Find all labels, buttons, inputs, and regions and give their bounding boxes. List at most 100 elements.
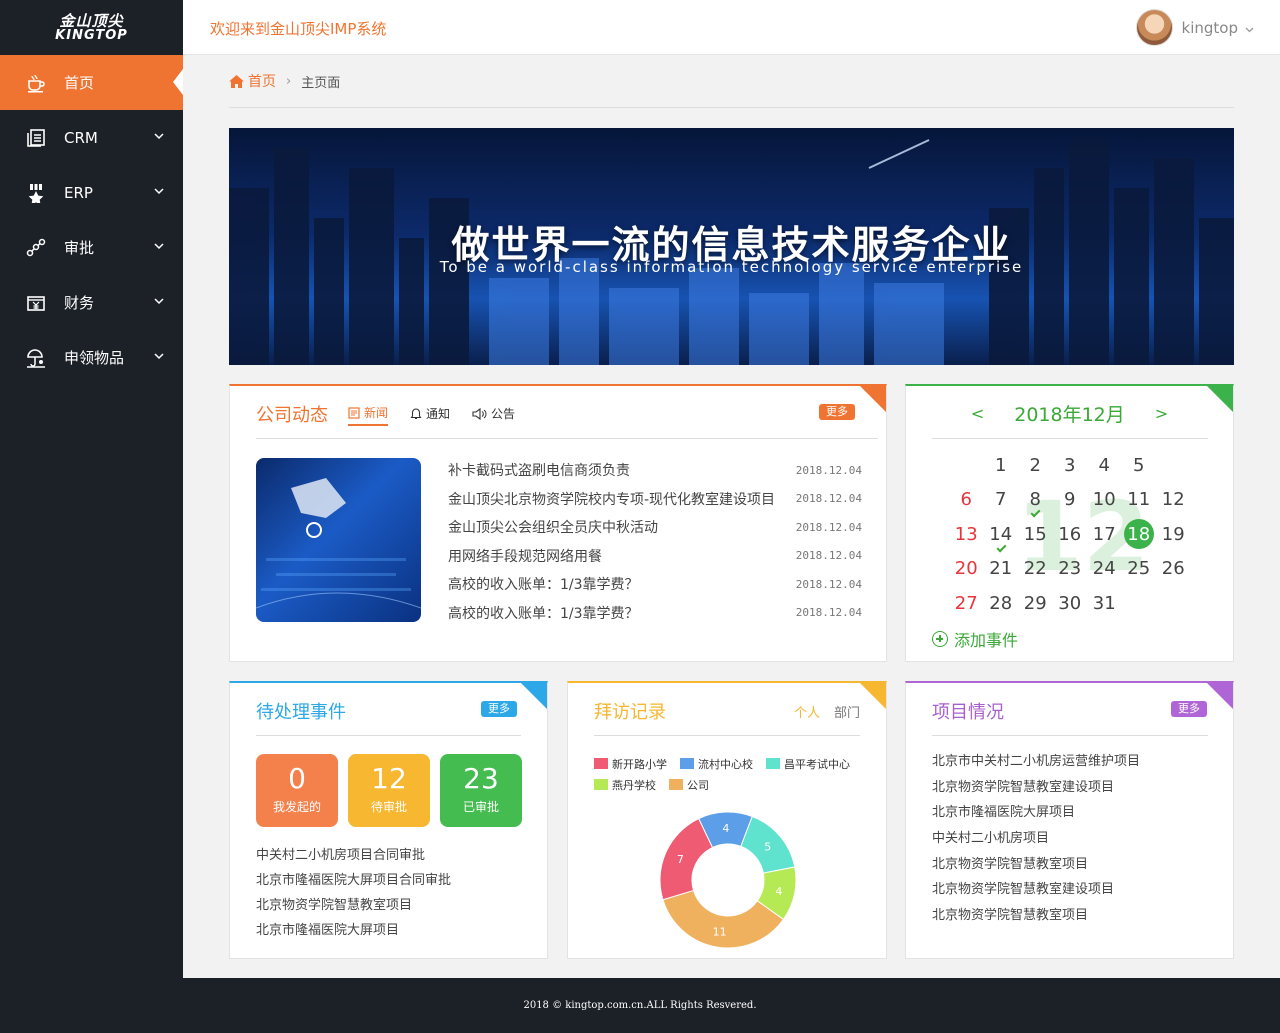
avatar[interactable] [1135,9,1173,46]
calendar-day[interactable]: 11 [1122,483,1157,518]
calendar-day[interactable]: 5 [1122,448,1157,483]
legend-item[interactable]: 昌平考试中心 [766,753,850,774]
tab-department[interactable]: 部门 [834,702,860,721]
list-item[interactable]: 北京物资学院智慧教室建设项目 [932,877,1140,903]
list-item[interactable]: 北京物资学院智慧教室项目 [932,903,1140,929]
list-item[interactable]: 补卡截码式盗刷电信商须负责 2018.12.04 [448,456,862,485]
calendar-day[interactable]: 14 [984,517,1019,552]
list-item[interactable]: 北京物资学院智慧教室项目 [256,893,451,918]
add-event-label: 添加事件 [954,631,1019,650]
list-item[interactable]: 金山顶尖公会组织全员庆中秋活动 2018.12.04 [448,513,862,542]
divider [256,735,521,736]
donut-slice[interactable] [659,817,714,901]
legend-item[interactable]: 新开路小学 [594,753,667,774]
sidebar-item-label: CRM [64,128,98,147]
calendar-day[interactable]: 2 [1018,448,1053,483]
tab-notice[interactable]: 通知 [410,404,450,426]
calendar-day[interactable]: 15 [1018,517,1053,552]
stat-pending[interactable]: 12 待审批 [348,754,430,827]
chevron-down-icon [153,350,165,362]
news-item-title[interactable]: 高校的收入账单：1/3靠学费？ [448,603,778,623]
calendar-day[interactable]: 12 [1156,483,1191,518]
calendar-day[interactable]: 3 [1053,448,1088,483]
calendar-day[interactable]: 23 [1053,552,1088,587]
calendar-day[interactable]: 4 [1087,448,1122,483]
calendar-day[interactable]: 16 [1053,517,1088,552]
add-event-button[interactable]: 添加事件 [932,627,1018,651]
sidebar: 金山顶尖 KINGTOP 首页 CRM ERP 审批 财务 申领物品 [0,0,183,978]
list-item[interactable]: 用网络手段规范网络用餐 2018.12.04 [448,542,862,571]
list-item[interactable]: 北京市隆福医院大屏项目 [256,918,451,943]
calendar-day-label: 14 [989,523,1013,545]
robot-hand-image [256,478,421,609]
news-item-title[interactable]: 高校的收入账单：1/3靠学费？ [448,574,778,594]
legend-item[interactable]: 公司 [669,774,709,795]
stat-approved[interactable]: 23 已审批 [440,754,522,827]
list-item[interactable]: 中关村二小机房项目 [932,826,1140,852]
news-item-title[interactable]: 用网络手段规范网络用餐 [448,546,778,566]
calendar-day[interactable]: 31 [1087,586,1122,621]
donut-value-label: 11 [713,925,727,938]
news-item-title[interactable]: 金山顶尖北京物资学院校内专项-现代化教室建设项目 [448,489,778,509]
sidebar-item-crm[interactable]: CRM [0,110,183,165]
user-menu[interactable]: kingtop [1135,9,1254,46]
calendar-day[interactable]: 8 [1018,483,1053,518]
list-item[interactable]: 北京物资学院智慧教室项目 [932,852,1140,878]
calendar-day[interactable]: 10 [1087,483,1122,518]
calendar-day[interactable]: 17 [1087,517,1122,552]
calendar-day[interactable]: 19 [1156,517,1191,552]
chevron-down-icon [153,130,165,142]
next-month-button[interactable]: > [1155,404,1168,423]
legend-item[interactable]: 燕丹学校 [594,774,656,795]
list-item[interactable]: 北京物资学院智慧教室建设项目 [932,775,1140,801]
calendar-day[interactable]: 9 [1053,483,1088,518]
calendar-day[interactable]: 22 [1018,552,1053,587]
tab-personal[interactable]: 个人 [794,702,820,721]
list-item[interactable]: 高校的收入账单：1/3靠学费？ 2018.12.04 [448,599,862,628]
news-more-button[interactable]: 更多 [819,404,855,420]
username[interactable]: kingtop [1182,19,1238,37]
tab-announcement[interactable]: 公告 [472,404,515,426]
sidebar-item-erp[interactable]: ERP [0,165,183,220]
calendar-day[interactable]: 7 [984,483,1019,518]
calendar-day[interactable]: 1 [984,448,1019,483]
sidebar-item-requisition[interactable]: 申领物品 [0,330,183,385]
calendar-day[interactable]: 25 [1122,552,1157,587]
calendar-day[interactable]: 26 [1156,552,1191,587]
stat-initiated[interactable]: 0 我发起的 [256,754,338,827]
sidebar-item-finance[interactable]: 财务 [0,275,183,330]
calendar-day[interactable]: 18 [1122,517,1157,552]
breadcrumb-home[interactable]: 首页 [229,71,276,91]
list-item[interactable]: 北京市中关村二小机房运营维护项目 [932,749,1140,775]
calendar-day[interactable]: 27 [949,586,984,621]
logo[interactable]: 金山顶尖 KINGTOP [0,0,183,55]
footer: 2018 © kingtop.com.cn.ALL Rights Resvere… [0,978,1280,1033]
news-item-title[interactable]: 补卡截码式盗刷电信商须负责 [448,460,778,480]
sidebar-item-approval[interactable]: 审批 [0,220,183,275]
list-item[interactable]: 高校的收入账单：1/3靠学费？ 2018.12.04 [448,570,862,599]
calendar-day[interactable]: 6 [949,483,984,518]
projects-more-button[interactable]: 更多 [1171,701,1207,717]
calendar-day-label: 27 [954,592,978,614]
pending-more-button[interactable]: 更多 [481,701,517,717]
calendar-day[interactable]: 30 [1053,586,1088,621]
calendar-day[interactable]: 28 [984,586,1019,621]
list-item[interactable]: 金山顶尖北京物资学院校内专项-现代化教室建设项目 2018.12.04 [448,485,862,514]
calendar-day[interactable]: 24 [1087,552,1122,587]
chevron-down-icon[interactable] [1245,18,1254,37]
prev-month-button[interactable]: < [971,404,984,423]
calendar-day-label: 7 [995,489,1007,511]
news-image[interactable] [256,458,421,622]
calendar-day[interactable]: 21 [984,552,1019,587]
sidebar-item-home[interactable]: 首页 [0,55,183,110]
calendar-day[interactable]: 13 [949,517,984,552]
tab-news[interactable]: 新闻 [348,404,389,426]
panel-corner [521,683,547,709]
list-item[interactable]: 北京市隆福医院大屏项目 [932,800,1140,826]
legend-item[interactable]: 流村中心校 [680,753,753,774]
list-item[interactable]: 中关村二小机房项目合同审批 [256,843,451,868]
calendar-day[interactable]: 20 [949,552,984,587]
news-item-title[interactable]: 金山顶尖公会组织全员庆中秋活动 [448,517,778,537]
list-item[interactable]: 北京市隆福医院大屏项目合同审批 [256,868,451,893]
calendar-day[interactable]: 29 [1018,586,1053,621]
